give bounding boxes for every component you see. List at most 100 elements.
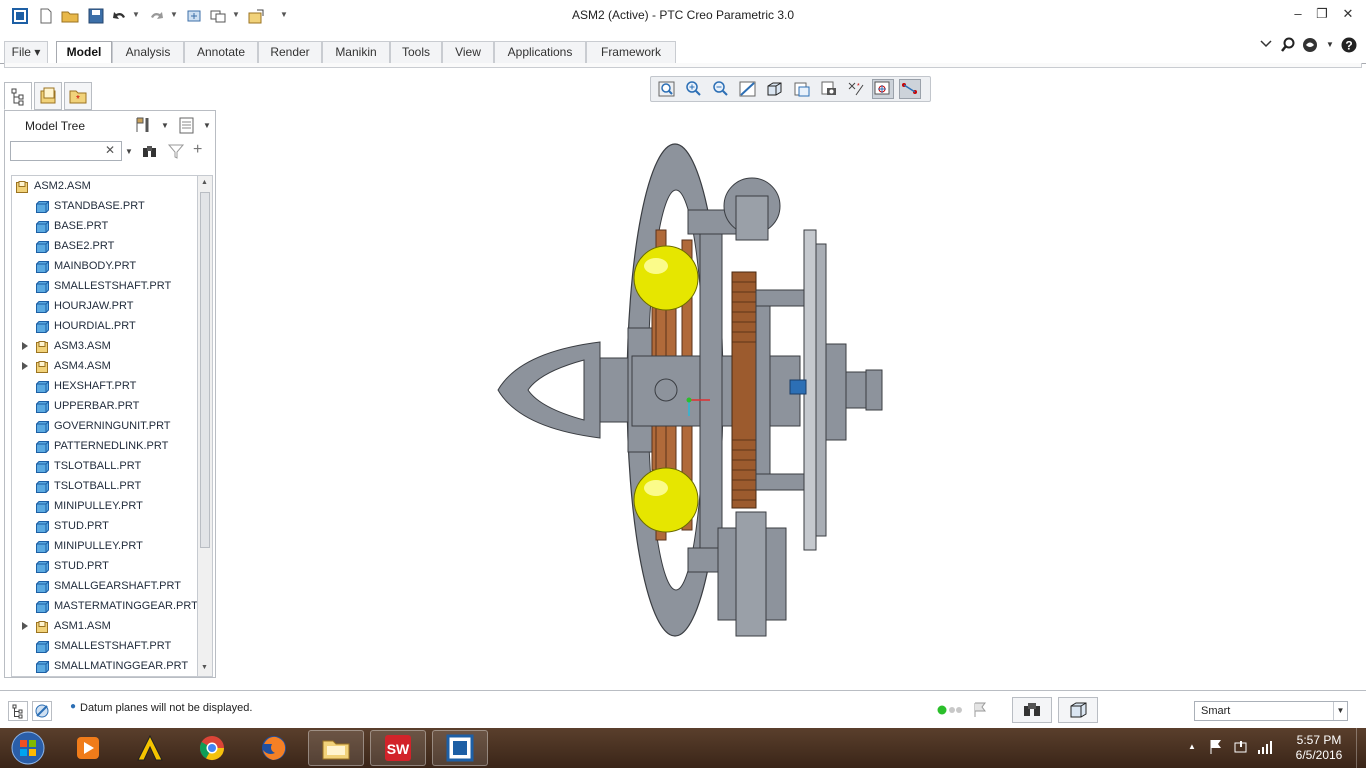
folder-browser-tab[interactable] xyxy=(34,82,62,110)
expand-arrow-icon[interactable] xyxy=(22,362,28,370)
search-dropdown-icon[interactable]: ▼ xyxy=(125,147,133,156)
tab-render[interactable]: Render xyxy=(258,41,322,63)
windows-taskbar: SW ▲ 5:57 PM 6/5/2016 xyxy=(0,728,1366,768)
favorites-tab[interactable]: * xyxy=(64,82,92,110)
tree-item-part[interactable]: MASTERMATINGGEAR.PRT xyxy=(12,596,197,616)
system-clock[interactable]: 5:57 PM 6/5/2016 xyxy=(1288,733,1350,763)
toggle-navigator-icon[interactable] xyxy=(8,701,28,721)
find-button[interactable] xyxy=(1012,697,1052,723)
autocad-icon[interactable] xyxy=(122,730,178,766)
toggle-browser-icon[interactable] xyxy=(32,701,52,721)
zoom-in-icon[interactable] xyxy=(683,79,705,99)
show-dropdown-icon[interactable]: ▼ xyxy=(203,121,211,130)
solidworks-icon[interactable]: SW xyxy=(370,730,426,766)
tree-settings-dropdown-icon[interactable]: ▼ xyxy=(161,121,169,130)
selected-items-button[interactable] xyxy=(1058,697,1098,723)
ribbon-body-collapsed xyxy=(4,63,1362,68)
tree-item-part[interactable]: HOURDIAL.PRT xyxy=(12,316,197,336)
annotation-display-icon[interactable] xyxy=(899,79,921,99)
tree-item-part[interactable]: PATTERNEDLINK.PRT xyxy=(12,436,197,456)
spin-center-icon[interactable] xyxy=(872,79,894,99)
tree-item-part[interactable]: GOVERNINGUNIT.PRT xyxy=(12,416,197,436)
tree-item-part[interactable]: UPPERBAR.PRT xyxy=(12,396,197,416)
datum-display-filters-icon[interactable]: * xyxy=(845,79,867,99)
tree-item-part[interactable]: MAINBODY.PRT xyxy=(12,256,197,276)
maximize-button[interactable]: ❐ xyxy=(1310,6,1334,26)
tab-annotate[interactable]: Annotate xyxy=(184,41,258,63)
tree-item-part[interactable]: SMALLESTSHAFT.PRT xyxy=(12,636,197,656)
scroll-up-icon[interactable]: ▲ xyxy=(201,179,208,186)
tab-file[interactable]: File ▾ xyxy=(4,41,48,63)
tab-tools[interactable]: Tools xyxy=(390,41,442,63)
tree-item-part[interactable]: TSLOTBALL.PRT xyxy=(12,476,197,496)
media-player-icon[interactable] xyxy=(60,730,116,766)
show-icon[interactable] xyxy=(177,115,197,135)
tab-analysis[interactable]: Analysis xyxy=(112,41,184,63)
find-binoculars-icon[interactable] xyxy=(141,143,159,159)
model-tree-tab[interactable] xyxy=(4,82,32,110)
tree-item-part[interactable]: BASE2.PRT xyxy=(12,236,197,256)
regeneration-status-icon[interactable] xyxy=(936,703,966,720)
tree-item-part[interactable]: BASE.PRT xyxy=(12,216,197,236)
tree-item-part[interactable]: MINIPULLEY.PRT xyxy=(12,496,197,516)
tree-item-part[interactable]: STUD.PRT xyxy=(12,516,197,536)
tree-item-part[interactable]: STUD.PRT xyxy=(12,556,197,576)
filter-icon[interactable] xyxy=(167,143,185,159)
battery-power-icon[interactable] xyxy=(1232,738,1250,759)
refit-icon[interactable] xyxy=(656,79,678,99)
expand-arrow-icon[interactable] xyxy=(22,342,28,350)
show-desktop-button[interactable] xyxy=(1356,728,1366,768)
view-manager-icon[interactable] xyxy=(818,79,840,99)
minimize-button[interactable]: – xyxy=(1286,6,1310,26)
community-dropdown-icon[interactable]: ▼ xyxy=(1326,40,1334,49)
scroll-thumb[interactable] xyxy=(200,192,210,548)
tree-item-part[interactable]: MINIPULLEY.PRT xyxy=(12,536,197,556)
tree-scrollbar[interactable]: ▲ ▼ xyxy=(197,175,213,677)
selection-filter-select[interactable]: Smart ▼ xyxy=(1194,701,1348,721)
zoom-out-icon[interactable] xyxy=(710,79,732,99)
creo-taskbar-icon[interactable] xyxy=(432,730,488,766)
tree-item-part[interactable]: HOURJAW.PRT xyxy=(12,296,197,316)
tab-manikin[interactable]: Manikin xyxy=(322,41,390,63)
firefox-icon[interactable] xyxy=(246,730,302,766)
part-icon xyxy=(36,560,49,573)
tree-item-part[interactable]: SMALLESTSHAFT.PRT xyxy=(12,276,197,296)
tree-item-part[interactable]: SMALLGEARSHAFT.PRT xyxy=(12,576,197,596)
tree-settings-icon[interactable] xyxy=(133,115,155,135)
filter-dropdown-icon[interactable]: ▼ xyxy=(1333,702,1347,720)
display-style-icon[interactable] xyxy=(764,79,786,99)
tab-view[interactable]: View xyxy=(442,41,494,63)
search-icon[interactable] xyxy=(1280,37,1300,53)
action-center-icon[interactable] xyxy=(1208,738,1224,759)
scroll-down-icon[interactable]: ▼ xyxy=(201,664,208,671)
tree-item-label: BASE.PRT xyxy=(54,220,109,232)
tree-item-part[interactable]: STANDBASE.PRT xyxy=(12,196,197,216)
tree-item-assembly[interactable]: ASM1.ASM xyxy=(12,616,197,636)
clear-search-icon[interactable]: ✕ xyxy=(105,143,115,157)
tree-item-part[interactable]: HEXSHAFT.PRT xyxy=(12,376,197,396)
help-icon[interactable]: ? xyxy=(1340,37,1360,53)
ptc-community-icon[interactable] xyxy=(1302,37,1322,53)
hour-dial-back xyxy=(815,243,827,537)
start-button[interactable] xyxy=(0,730,56,766)
saved-orientations-icon[interactable] xyxy=(791,79,813,99)
graphics-window[interactable] xyxy=(220,104,1366,688)
flag-icon[interactable] xyxy=(972,701,988,722)
tab-model[interactable]: Model xyxy=(56,41,112,65)
repaint-icon[interactable] xyxy=(737,79,759,99)
file-explorer-icon[interactable] xyxy=(308,730,364,766)
tree-item-part[interactable]: TSLOTBALL.PRT xyxy=(12,456,197,476)
tree-item-part[interactable]: SMALLMATINGGEAR.PRT xyxy=(12,656,197,676)
tree-item-assembly[interactable]: ASM3.ASM xyxy=(12,336,197,356)
expand-arrow-icon[interactable] xyxy=(22,622,28,630)
close-button[interactable]: ✕ xyxy=(1336,6,1360,26)
tab-framework[interactable]: Framework xyxy=(586,41,676,63)
tab-applications[interactable]: Applications xyxy=(494,41,586,63)
network-signal-icon[interactable] xyxy=(1256,738,1274,759)
tree-item-assembly[interactable]: ASM4.ASM xyxy=(12,356,197,376)
show-hidden-icons-icon[interactable]: ▲ xyxy=(1188,742,1196,751)
chrome-icon[interactable] xyxy=(184,730,240,766)
tree-item-assembly[interactable]: ASM2.ASM xyxy=(12,176,197,196)
add-icon[interactable]: + xyxy=(193,142,209,158)
ribbon-minimize-icon[interactable] xyxy=(1258,37,1278,53)
